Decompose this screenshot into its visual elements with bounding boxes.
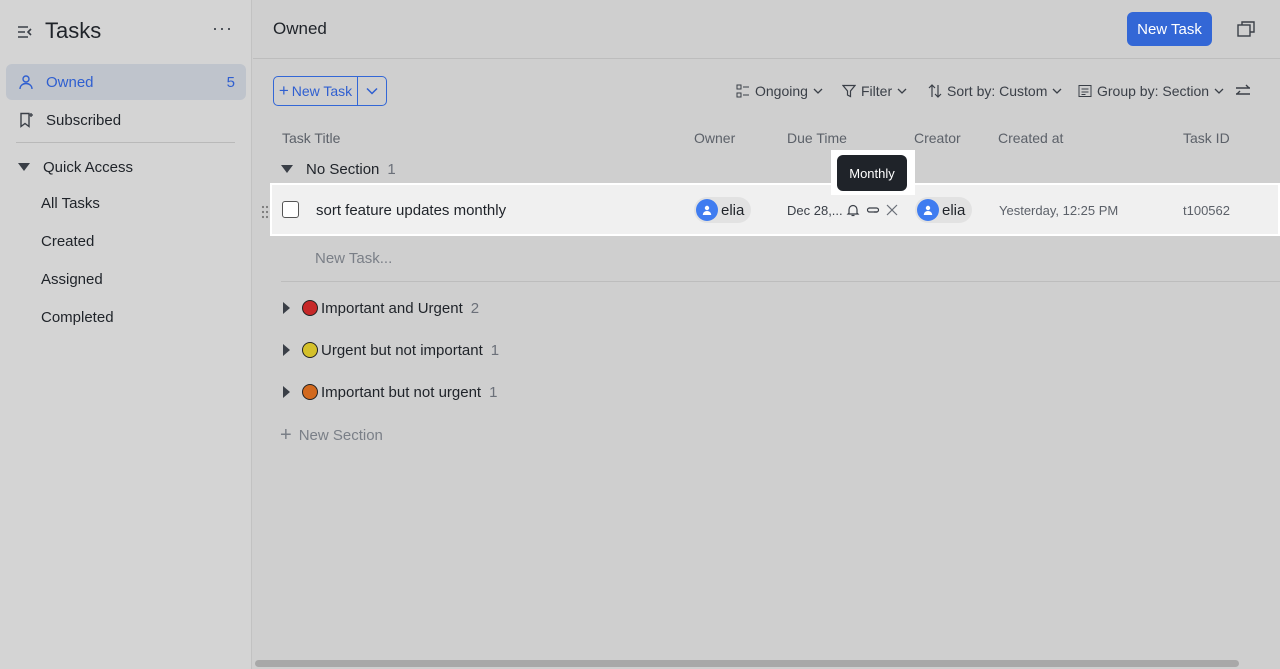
page-title: Owned xyxy=(273,19,327,38)
sidebar-item-created[interactable]: Created xyxy=(41,233,94,250)
column-header-task-id[interactable]: Task ID xyxy=(1183,130,1230,146)
clear-due-icon[interactable] xyxy=(885,203,899,217)
ongoing-label: Ongoing xyxy=(755,83,808,99)
section-color-dot xyxy=(302,300,318,316)
section-name: No Section xyxy=(306,160,380,178)
user-icon xyxy=(16,72,36,92)
bookmark-star-icon xyxy=(16,110,36,130)
avatar xyxy=(696,199,718,221)
new-task-dropdown-button[interactable] xyxy=(358,77,386,105)
task-row[interactable]: sort feature updates monthly elia Dec 28… xyxy=(261,183,1280,236)
column-header-task-title[interactable]: Task Title xyxy=(282,130,340,146)
section-color-dot xyxy=(302,342,318,358)
column-header-due-time[interactable]: Due Time xyxy=(787,130,847,146)
new-task-split-label: New Task xyxy=(291,83,353,99)
new-section-button[interactable]: + New Section xyxy=(280,425,383,445)
main-panel: Owned New Task + New Task Ongoing Filter xyxy=(253,0,1280,669)
section-count: 1 xyxy=(490,341,500,359)
chevron-down-icon xyxy=(366,87,378,95)
view-settings-icon[interactable] xyxy=(1233,81,1253,101)
top-bar: Owned New Task xyxy=(253,0,1280,59)
owner-name: elia xyxy=(721,201,745,219)
repeat-icon[interactable] xyxy=(866,203,880,217)
section-count: 1 xyxy=(387,160,396,178)
sidebar-item-label: Subscribed xyxy=(46,111,122,129)
section-name: Important and Urgent xyxy=(321,299,463,317)
repeat-tooltip: Monthly xyxy=(837,155,907,191)
column-header-owner[interactable]: Owner xyxy=(694,130,735,146)
section-divider xyxy=(281,281,1280,282)
sidebar-item-subscribed[interactable]: Subscribed xyxy=(6,102,246,138)
group-by-button[interactable]: Group by: Section xyxy=(1078,82,1224,100)
group-label: Group by: Section xyxy=(1097,83,1210,99)
chevron-down-icon xyxy=(1052,88,1062,94)
filter-label: Filter xyxy=(861,83,893,99)
section-header-urgent-not-important[interactable]: Urgent but not important 1 xyxy=(281,339,499,361)
section-color-dot xyxy=(302,384,318,400)
plus-icon: + xyxy=(278,81,289,100)
filter-button[interactable]: Filter xyxy=(842,82,907,100)
collapse-sidebar-icon[interactable] xyxy=(15,22,35,42)
section-header-no-section[interactable]: No Section 1 xyxy=(281,158,396,180)
avatar xyxy=(917,199,939,221)
owner-chip[interactable]: elia xyxy=(694,197,752,223)
new-task-inline-button[interactable]: + New Task xyxy=(274,77,358,105)
new-task-inline-input[interactable]: New Task... xyxy=(315,250,392,267)
plus-icon: + xyxy=(280,424,292,446)
drag-handle-icon[interactable] xyxy=(261,205,269,219)
chevron-down-icon xyxy=(897,88,907,94)
section-name: Important but not urgent xyxy=(321,383,482,401)
tooltip-highlight: Monthly xyxy=(831,150,915,195)
funnel-icon xyxy=(842,84,856,98)
new-section-label: New Section xyxy=(298,426,383,444)
sidebar-divider xyxy=(16,142,235,143)
sort-button[interactable]: Sort by: Custom xyxy=(928,82,1062,100)
caret-right-icon xyxy=(283,302,290,314)
sidebar: Tasks ··· Owned 5 Subscribed Quick Acces… xyxy=(0,0,252,669)
caret-down-icon xyxy=(281,165,293,173)
task-title[interactable]: sort feature updates monthly xyxy=(316,202,506,219)
creator-name: elia xyxy=(942,201,966,219)
toolbar: + New Task Ongoing Filter Sort by: Custo… xyxy=(253,76,1280,106)
section-count: 1 xyxy=(489,383,498,401)
caret-down-icon xyxy=(18,163,30,171)
column-header-creator[interactable]: Creator xyxy=(914,130,961,146)
section-header-important-urgent[interactable]: Important and Urgent 2 xyxy=(281,297,479,319)
sidebar-item-completed[interactable]: Completed xyxy=(41,309,114,326)
caret-right-icon xyxy=(283,344,290,356)
task-id: t100562 xyxy=(1183,203,1230,218)
owned-count-badge: 5 xyxy=(226,73,235,91)
chevron-down-icon xyxy=(1214,88,1224,94)
creator-chip[interactable]: elia xyxy=(915,197,973,223)
section-name: Urgent but not important xyxy=(321,341,483,359)
section-header-important-not-urgent[interactable]: Important but not urgent 1 xyxy=(281,381,497,403)
ongoing-filter-button[interactable]: Ongoing xyxy=(736,82,823,100)
sidebar-header: Tasks ··· xyxy=(0,0,252,62)
section-count: 2 xyxy=(470,299,480,317)
created-at: Yesterday, 12:25 PM xyxy=(999,203,1119,218)
sidebar-item-owned[interactable]: Owned 5 xyxy=(6,64,246,100)
more-options-icon[interactable]: ··· xyxy=(212,18,233,39)
sidebar-item-all-tasks[interactable]: All Tasks xyxy=(41,195,100,212)
checklist-icon xyxy=(736,84,750,98)
horizontal-scrollbar[interactable] xyxy=(255,660,1239,667)
sidebar-item-label: Owned xyxy=(46,73,94,91)
new-task-split-button: + New Task xyxy=(273,76,387,106)
quick-access-toggle[interactable]: Quick Access xyxy=(16,156,133,178)
column-header-created-at[interactable]: Created at xyxy=(998,130,1063,146)
sidebar-title: Tasks xyxy=(45,18,102,43)
quick-access-label: Quick Access xyxy=(43,158,134,176)
sidebar-item-assigned[interactable]: Assigned xyxy=(41,271,103,288)
caret-right-icon xyxy=(283,386,290,398)
chevron-down-icon xyxy=(813,88,823,94)
task-complete-checkbox[interactable] xyxy=(282,201,299,218)
sort-arrows-icon xyxy=(928,84,942,98)
bell-icon[interactable] xyxy=(846,203,860,217)
due-time[interactable]: Dec 28,... xyxy=(787,203,843,218)
group-list-icon xyxy=(1078,84,1092,98)
sort-label: Sort by: Custom xyxy=(947,83,1048,99)
open-in-window-icon[interactable] xyxy=(1236,19,1256,39)
new-task-button[interactable]: New Task xyxy=(1127,12,1212,46)
